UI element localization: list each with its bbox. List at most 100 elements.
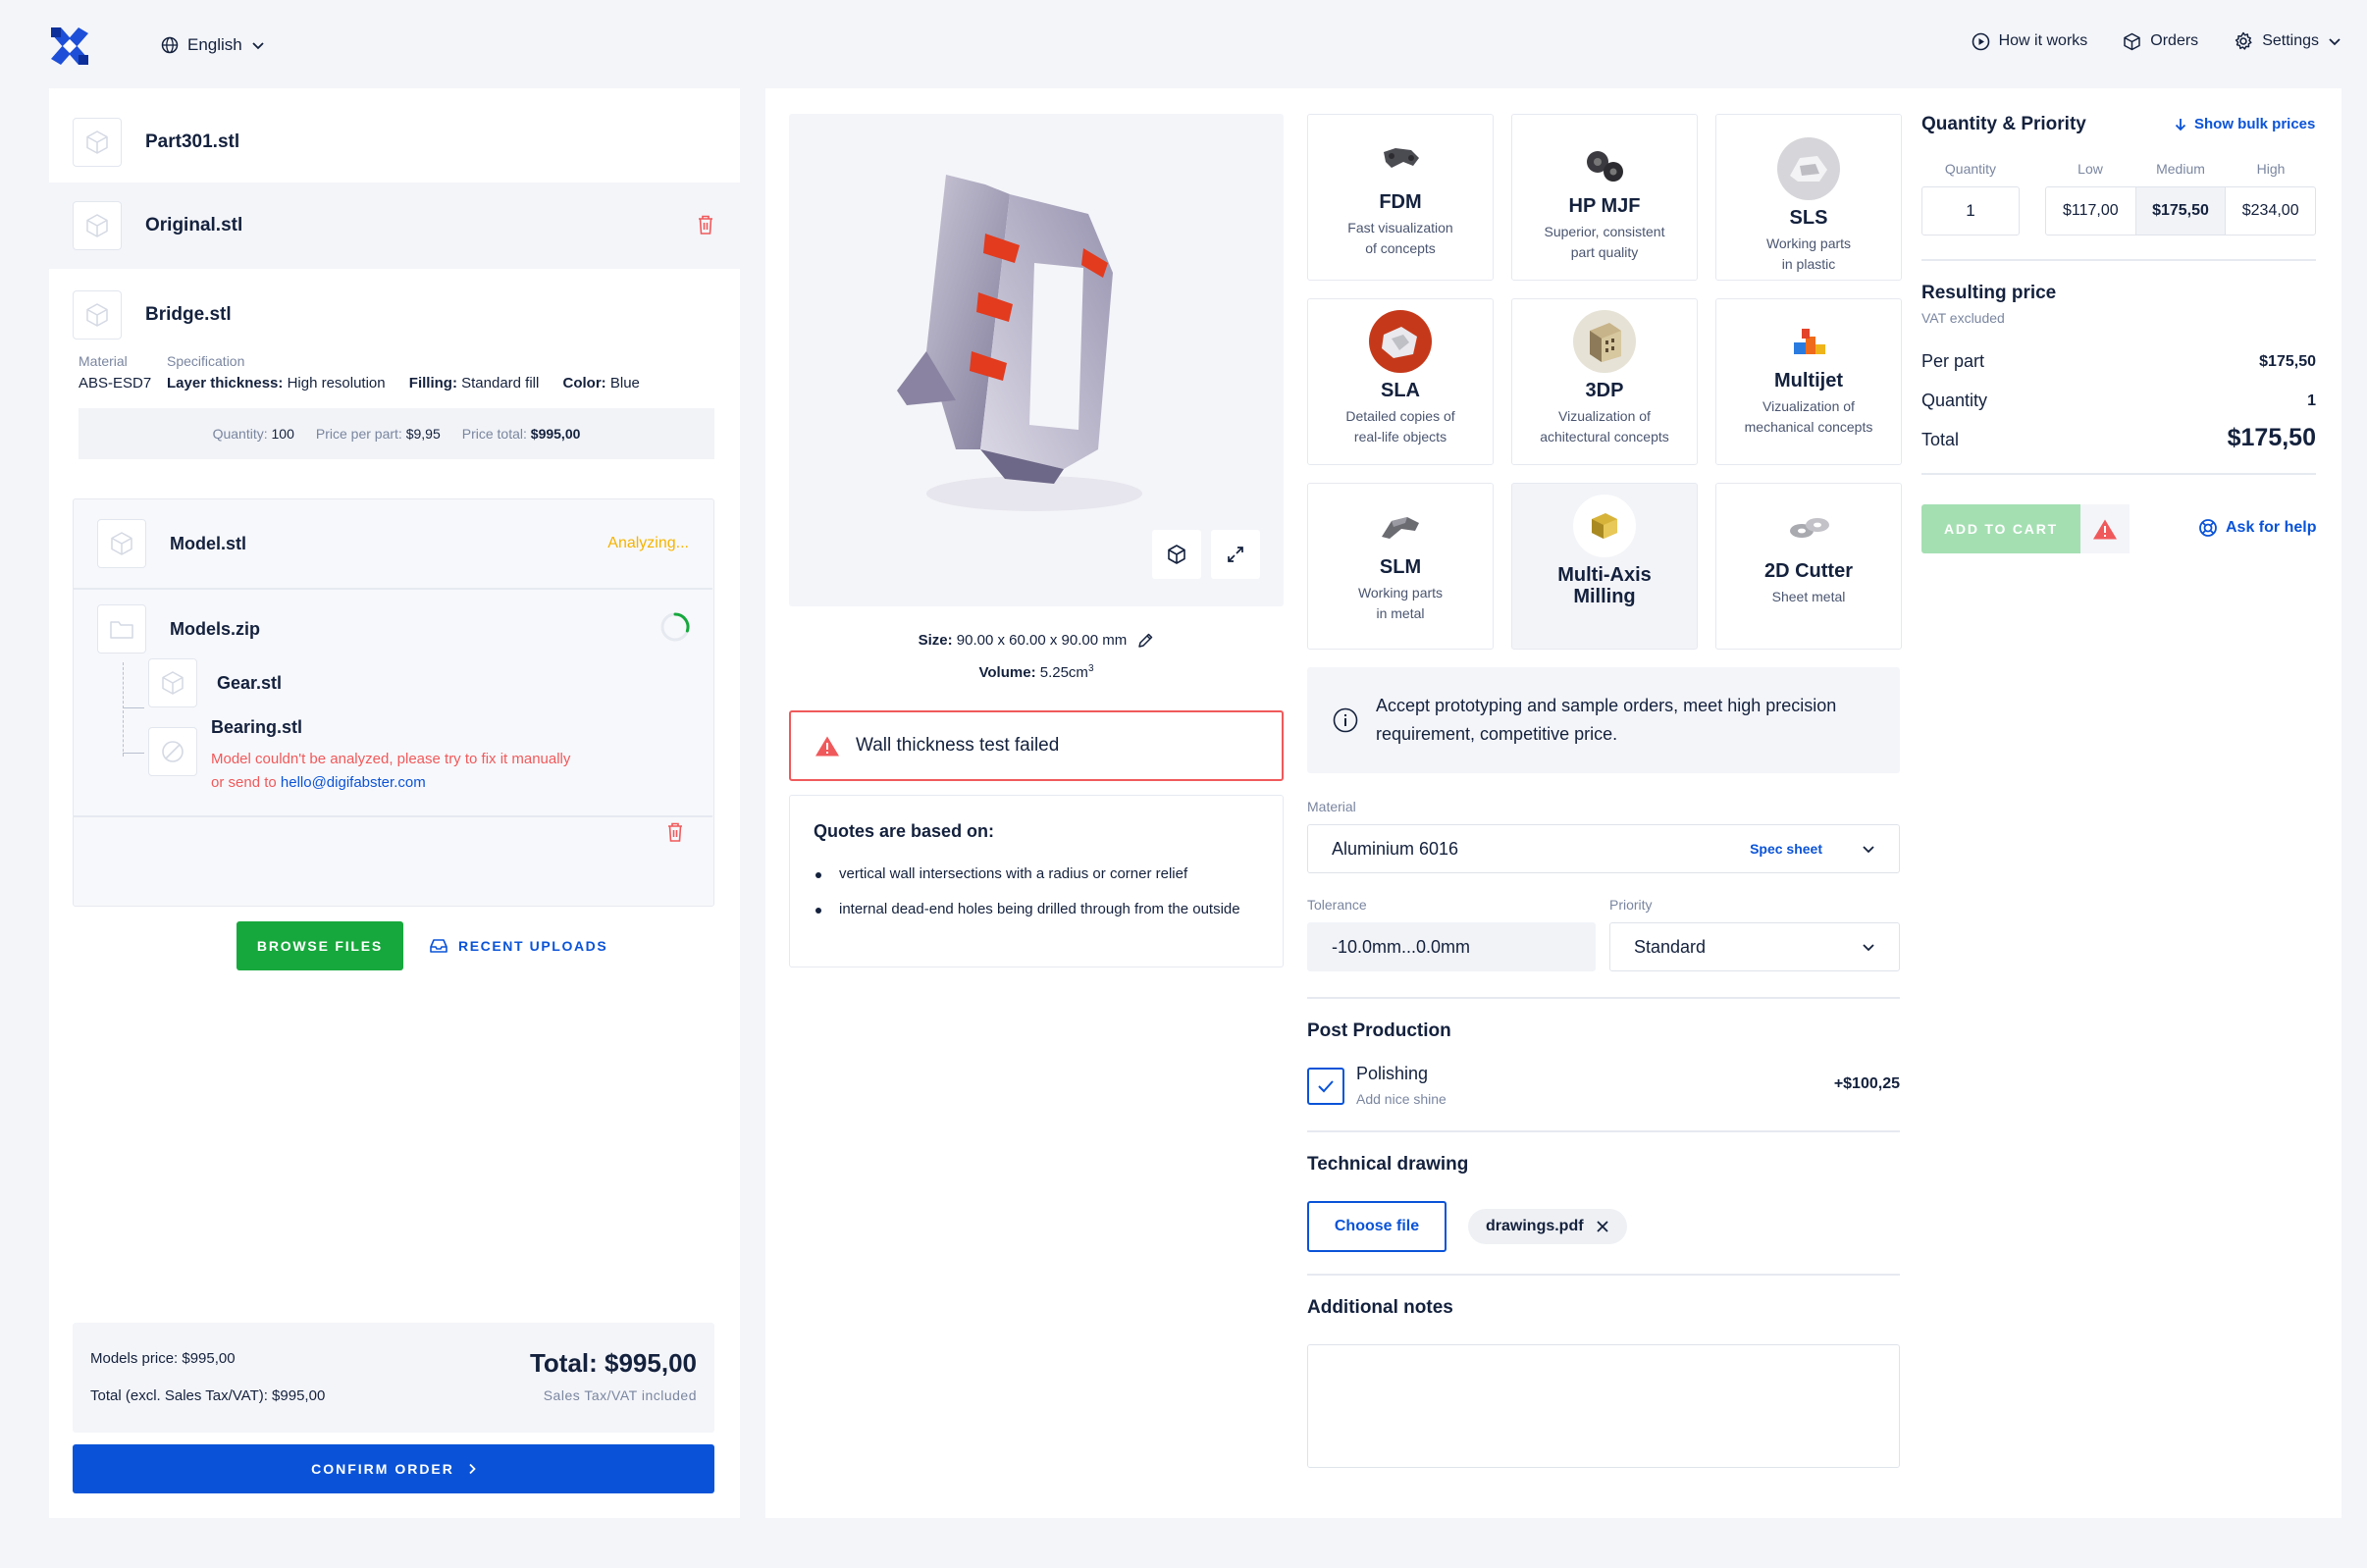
volume-value: 5.25cm	[1039, 664, 1088, 681]
nav-orders[interactable]: Orders	[2123, 31, 2198, 51]
tech-desc: Vizualization of	[1558, 408, 1651, 424]
tier-label-high: High	[2256, 161, 2286, 177]
milling-part-icon	[1573, 495, 1636, 557]
material-select[interactable]: Aluminium 6016 Spec sheet	[1307, 824, 1900, 873]
models-price: Models price: $995,00	[90, 1350, 236, 1367]
cube-icon	[111, 532, 132, 555]
choose-file-button[interactable]: Choose file	[1307, 1201, 1446, 1252]
tech-card-fdm[interactable]: FDM Fast visualization of concepts	[1307, 114, 1494, 281]
quantity-label: Quantity	[1944, 161, 1997, 177]
recent-uploads-label: RECENT UPLOADS	[458, 938, 608, 954]
app-logo[interactable]	[47, 24, 92, 69]
bearing-error-prefix: or send to	[211, 774, 277, 791]
tech-card-hp-mjf[interactable]: HP MJF Superior, consistent part quality	[1511, 114, 1698, 281]
priority-label: Priority	[1609, 897, 1653, 913]
polishing-title: Polishing	[1356, 1064, 1429, 1083]
edit-pencil-icon[interactable]	[1136, 632, 1154, 650]
file-thumbnail	[148, 658, 197, 707]
support-email-link[interactable]: hello@digifabster.com	[281, 774, 426, 791]
file-item-models-zip[interactable]: Models.zip	[74, 590, 712, 668]
analyzing-status: Analyzing...	[607, 535, 689, 551]
polishing-desc: Add nice shine	[1356, 1091, 1446, 1107]
confirm-order-button[interactable]: CONFIRM ORDER	[73, 1444, 714, 1493]
chevron-right-icon	[468, 1463, 476, 1475]
tech-card-slm[interactable]: SLM Working parts in metal	[1307, 483, 1494, 650]
browse-files-button[interactable]: BROWSE FILES	[237, 921, 403, 970]
layer-value: High resolution	[287, 375, 386, 392]
sla-part-icon	[1369, 310, 1432, 373]
fullscreen-button[interactable]	[1211, 530, 1260, 579]
trash-icon[interactable]	[697, 214, 714, 235]
file-thumbnail	[73, 290, 122, 340]
close-icon[interactable]	[1596, 1220, 1609, 1233]
play-circle-icon	[1972, 32, 1990, 51]
tech-title: SLA	[1381, 380, 1420, 401]
size-label: Size:	[918, 632, 953, 649]
tech-desc: Detailed copies of	[1345, 408, 1455, 424]
tech-card-sla[interactable]: SLA Detailed copies of real-life objects	[1307, 298, 1494, 465]
tolerance-input[interactable]: -10.0mm...0.0mm	[1307, 922, 1596, 971]
tier-low[interactable]: $117,00	[2046, 187, 2136, 235]
trash-icon[interactable]	[666, 821, 684, 843]
configuration-panel: Size: 90.00 x 60.00 x 90.00 mm Volume: 5…	[765, 88, 2341, 1518]
per-part-label: Per part	[1921, 351, 1985, 371]
tech-desc: Sheet metal	[1771, 589, 1846, 604]
price-per-part-value: $9,95	[405, 426, 441, 442]
file-name: Part301.stl	[145, 131, 240, 152]
nav-settings[interactable]: Settings	[2234, 31, 2341, 51]
tier-medium[interactable]: $175,50	[2135, 187, 2227, 235]
file-item-bridge[interactable]: Bridge.stl	[49, 281, 740, 349]
tech-card-multijet[interactable]: Multijet Vizualization of mechanical conc…	[1715, 298, 1902, 465]
tech-desc: achitectural concepts	[1540, 429, 1669, 444]
color-label: Color:	[562, 375, 606, 392]
additional-notes-textarea[interactable]	[1307, 1344, 1900, 1468]
bulk-prices-label: Show bulk prices	[2194, 116, 2316, 132]
spec-sheet-link[interactable]: Spec sheet	[1750, 841, 1822, 857]
polishing-checkbox[interactable]	[1307, 1068, 1344, 1105]
quantity-input[interactable]: 1	[1921, 186, 2020, 235]
file-name: Bridge.stl	[145, 304, 232, 325]
add-to-cart-button[interactable]: ADD TO CART	[1921, 504, 2080, 553]
priority-select[interactable]: Standard	[1609, 922, 1900, 971]
file-item-model[interactable]: Model.stl Analyzing...	[74, 499, 712, 588]
3dp-building-icon	[1573, 310, 1636, 373]
slm-part-icon	[1382, 517, 1419, 539]
tech-card-2d-cutter[interactable]: 2D Cutter Sheet metal	[1715, 483, 1902, 650]
nav-how-it-works[interactable]: How it works	[1972, 31, 2087, 51]
bridge-price-summary: Quantity: 100 Price per part: $9,95 Pric…	[79, 408, 714, 459]
total-label: Total	[1921, 430, 1960, 449]
tech-card-multi-axis-milling[interactable]: Multi-Axis Milling	[1511, 483, 1698, 650]
folder-icon	[110, 621, 133, 639]
help-label: Ask for help	[2226, 519, 2317, 536]
priority-value: Standard	[1634, 936, 1707, 957]
show-bulk-prices-link[interactable]: Show bulk prices	[2175, 116, 2315, 132]
file-item-bearing[interactable]	[148, 727, 197, 776]
file-item-original[interactable]: Original.stl	[49, 183, 740, 269]
per-part-value: $175,50	[2259, 353, 2316, 370]
resulting-price-title: Resulting price	[1921, 283, 2057, 303]
info-icon	[1333, 707, 1358, 733]
chevron-down-icon	[2328, 37, 2341, 46]
nav-label: Settings	[2262, 32, 2319, 49]
bullet-dot	[815, 872, 821, 878]
size-value: 90.00 x 60.00 x 90.00 mm	[956, 632, 1128, 649]
ask-for-help-link[interactable]: Ask for help	[2198, 518, 2316, 538]
tech-desc: real-life objects	[1353, 429, 1447, 444]
model-size: Size: 90.00 x 60.00 x 90.00 mm	[789, 632, 1284, 650]
3d-view-button[interactable]	[1152, 530, 1201, 579]
file-item-part301[interactable]: Part301.stl	[49, 108, 740, 177]
recent-uploads-button[interactable]: RECENT UPLOADS	[429, 921, 607, 970]
inbox-icon	[429, 938, 448, 954]
order-totals: Models price: $995,00 Total (excl. Sales…	[73, 1323, 714, 1433]
tech-card-3dp[interactable]: 3DP Vizualization of achitectural concept…	[1511, 298, 1698, 465]
post-production-title: Post Production	[1307, 1020, 1451, 1041]
warning-text: Wall thickness test failed	[856, 735, 1060, 756]
tech-card-sls[interactable]: SLS Working parts in plastic	[1715, 114, 1902, 281]
tech-desc: part quality	[1570, 244, 1639, 260]
language-selector[interactable]: English	[161, 31, 265, 59]
tech-title: 3DP	[1585, 380, 1624, 401]
model-viewer[interactable]	[789, 114, 1284, 606]
file-item-gear[interactable]: Gear.stl	[148, 658, 282, 707]
quantity-row-value: 1	[2307, 392, 2316, 409]
tier-high[interactable]: $234,00	[2226, 187, 2315, 235]
